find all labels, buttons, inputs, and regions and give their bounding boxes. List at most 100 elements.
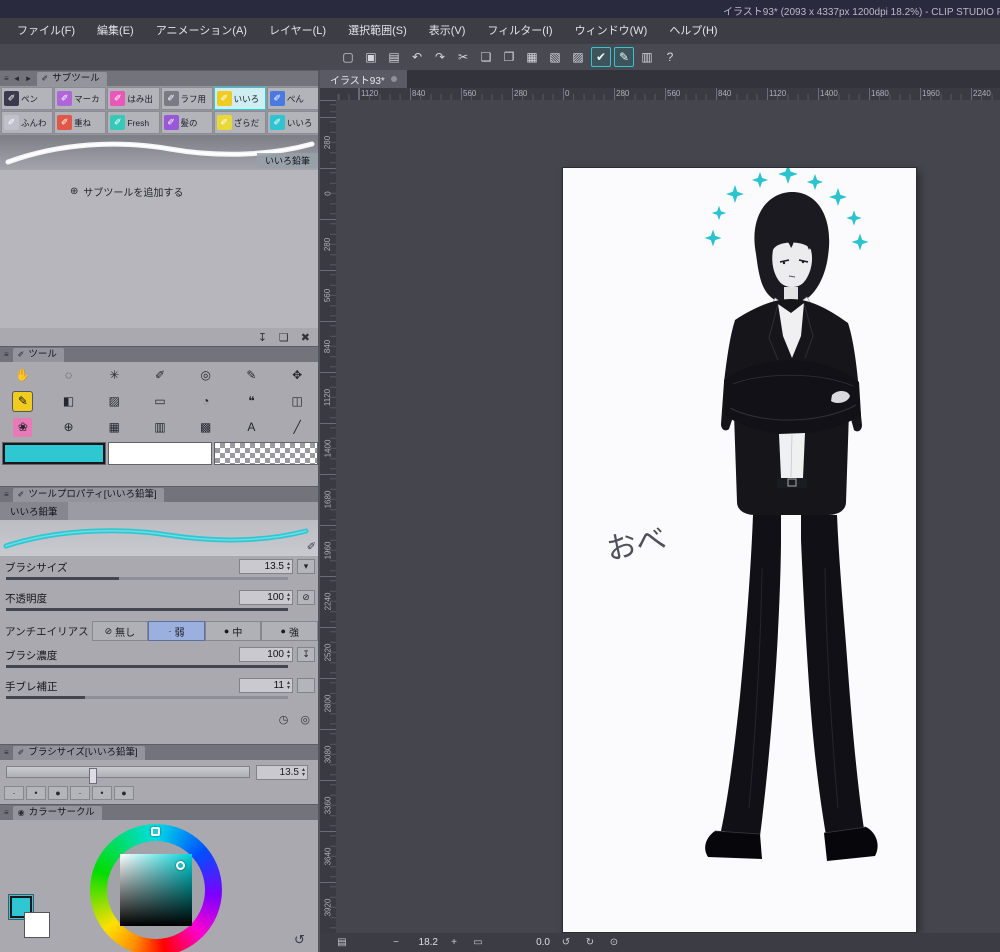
size-preset-button[interactable]: • xyxy=(26,786,46,800)
param-extra-button[interactable]: ↧ xyxy=(297,647,315,662)
param-stepper[interactable]: ▴▾ xyxy=(287,650,290,660)
wand-tool[interactable]: ✳ xyxy=(91,362,137,388)
lasso-tool[interactable]: ◌ xyxy=(46,362,92,388)
import-subtool-icon[interactable]: ↧ xyxy=(258,331,267,344)
antialias-middle[interactable]: ● 中 xyxy=(205,621,262,641)
pen-tool[interactable]: ✎ xyxy=(0,388,46,414)
brush-hamidashi[interactable]: ✐ はみ出 xyxy=(107,87,159,110)
hand-tool[interactable]: ✋ xyxy=(0,362,46,388)
antialias-none[interactable]: ⊘ 無し xyxy=(92,621,149,641)
menu-item[interactable]: フィルター(I) xyxy=(476,18,563,44)
param-value-box[interactable]: 100 ▴▾ xyxy=(239,590,293,605)
zoom-value[interactable]: 18.2 xyxy=(412,937,438,948)
eraser-tool[interactable]: ◫ xyxy=(274,388,320,414)
invert-selection-button[interactable]: ▨ xyxy=(568,47,588,67)
redo-button[interactable]: ↷ xyxy=(430,47,450,67)
frame-tool[interactable]: ▥ xyxy=(137,414,183,440)
brush-marker[interactable]: ✐ マーカ xyxy=(54,87,106,110)
menu-item[interactable]: 選択範囲(S) xyxy=(337,18,418,44)
collapse-panel-icon[interactable]: ▤ xyxy=(334,936,350,950)
tool-panel-tab[interactable]: ✐ ツール xyxy=(13,348,64,362)
brush-iiro[interactable]: ✐ いいろ xyxy=(214,87,266,110)
undo-button[interactable]: ↶ xyxy=(407,47,427,67)
brush-size-slider-handle[interactable] xyxy=(89,768,97,784)
save-file-button[interactable]: ▤ xyxy=(384,47,404,67)
menu-item[interactable]: ヘルプ(H) xyxy=(658,18,728,44)
menu-item[interactable]: アニメーション(A) xyxy=(145,18,258,44)
deselect-button[interactable]: ▧ xyxy=(545,47,565,67)
menu-item[interactable]: ウィンドウ(W) xyxy=(564,18,659,44)
figure-tool[interactable]: ▭ xyxy=(137,388,183,414)
param-stepper[interactable]: ▴▾ xyxy=(287,562,290,572)
subtool-panel-tab[interactable]: ✐ サブツール xyxy=(37,72,107,86)
text-tool[interactable]: A xyxy=(229,414,275,440)
panel-menu-icon[interactable]: ≡ xyxy=(4,748,9,757)
param-extra-button[interactable]: ▾ xyxy=(297,559,315,574)
reset-color-icon[interactable]: ↺ xyxy=(294,932,305,948)
brush-size-stepper[interactable]: ▴▾ xyxy=(302,768,305,778)
brush-zarada[interactable]: ✐ ざらだ xyxy=(214,111,266,134)
brush-funwa[interactable]: ✐ ふんわ xyxy=(1,111,53,134)
prev-icon[interactable]: ◄ xyxy=(13,74,21,83)
panel-menu-icon[interactable]: ≡ xyxy=(4,808,9,817)
panel-menu-icon[interactable]: ≡ xyxy=(4,490,9,499)
brush-pen[interactable]: ✐ ペン xyxy=(1,87,53,110)
size-preset-button[interactable]: ● xyxy=(48,786,68,800)
fit-to-window-button[interactable]: ▭ xyxy=(470,936,486,950)
menu-item[interactable]: レイヤー(L) xyxy=(258,18,337,44)
brush-kami[interactable]: ✐ 髪の xyxy=(161,111,213,134)
pattern-tool[interactable]: ▦ xyxy=(91,414,137,440)
document-tab[interactable]: イラスト93* xyxy=(320,70,407,88)
open-file-button[interactable]: ▣ xyxy=(361,47,381,67)
rotation-value[interactable]: 0.0 xyxy=(524,937,550,948)
next-icon[interactable]: ► xyxy=(25,74,33,83)
param-stepper[interactable]: ▴▾ xyxy=(287,593,290,603)
brush-fresh[interactable]: ✐ Fresh xyxy=(107,111,159,134)
fill-tool[interactable]: ◧ xyxy=(46,388,92,414)
rotate-right-button[interactable]: ↻ xyxy=(582,936,598,950)
zoom-in-button[interactable]: + xyxy=(446,936,462,950)
menu-item[interactable]: 編集(E) xyxy=(86,18,145,44)
material-button[interactable]: ▥ xyxy=(637,47,657,67)
select-all-button[interactable]: ▦ xyxy=(522,47,542,67)
zoom-tool[interactable]: ◎ xyxy=(183,362,229,388)
param-value-box[interactable]: 100 ▴▾ xyxy=(239,647,293,662)
size-preset-button[interactable]: ● xyxy=(114,786,134,800)
param-slider[interactable] xyxy=(6,577,288,580)
color-wheel[interactable] xyxy=(90,824,222,952)
copy-button[interactable]: ❏ xyxy=(476,47,496,67)
panel-menu-icon[interactable]: ≡ xyxy=(4,350,9,359)
sub-color-swatch[interactable] xyxy=(108,442,212,465)
paste-button[interactable]: ❐ xyxy=(499,47,519,67)
param-value-box[interactable]: 11 ▴▾ xyxy=(239,678,293,693)
param-stepper[interactable]: ▴▾ xyxy=(287,681,290,691)
param-value-box[interactable]: 13.5 ▴▾ xyxy=(239,559,293,574)
brush-size-value-box[interactable]: 13.5 ▴▾ xyxy=(256,765,308,780)
restore-defaults-icon[interactable]: ◷ xyxy=(279,713,289,726)
antialias-strong[interactable]: ● 強 xyxy=(261,621,318,641)
sv-marker[interactable] xyxy=(176,861,185,870)
ruler-tool[interactable]: ╱ xyxy=(274,414,320,440)
transparent-color-swatch[interactable] xyxy=(214,442,318,465)
param-slider[interactable] xyxy=(6,608,288,611)
param-extra-button[interactable] xyxy=(297,678,315,693)
decoration-tool[interactable]: ❀ xyxy=(0,414,46,440)
move-tool[interactable]: ✥ xyxy=(274,362,320,388)
zoom-out-button[interactable]: − xyxy=(388,936,404,950)
new-file-button[interactable]: ▢ xyxy=(338,47,358,67)
menu-item[interactable]: ファイル(F) xyxy=(6,18,86,44)
balloon-tool[interactable]: ❝ xyxy=(229,388,275,414)
tool-property-tab[interactable]: ✐ ツールプロパティ[いいろ鉛筆] xyxy=(13,488,164,502)
gradient-tool[interactable]: ▨ xyxy=(91,388,137,414)
brush-kasane[interactable]: ✐ 重ね xyxy=(54,111,106,134)
main-color-swatch[interactable] xyxy=(2,442,106,465)
brush-rough[interactable]: ✐ ラフ用 xyxy=(161,87,213,110)
size-preset-button[interactable]: · xyxy=(70,786,90,800)
pen-select-tool[interactable]: ✎ xyxy=(229,362,275,388)
brush-size-panel-tab[interactable]: ✐ ブラシサイズ[いいろ鉛筆] xyxy=(13,746,145,760)
color-panel-sub-swatch[interactable] xyxy=(24,912,50,938)
brush-pen2[interactable]: ✐ ぺん xyxy=(267,87,319,110)
reset-rotation-button[interactable]: ⊙ xyxy=(606,936,622,950)
antialias-weak[interactable]: · 弱 xyxy=(148,621,205,641)
add-subtool-button[interactable]: ⊕ サブツールを追加する xyxy=(0,170,320,199)
